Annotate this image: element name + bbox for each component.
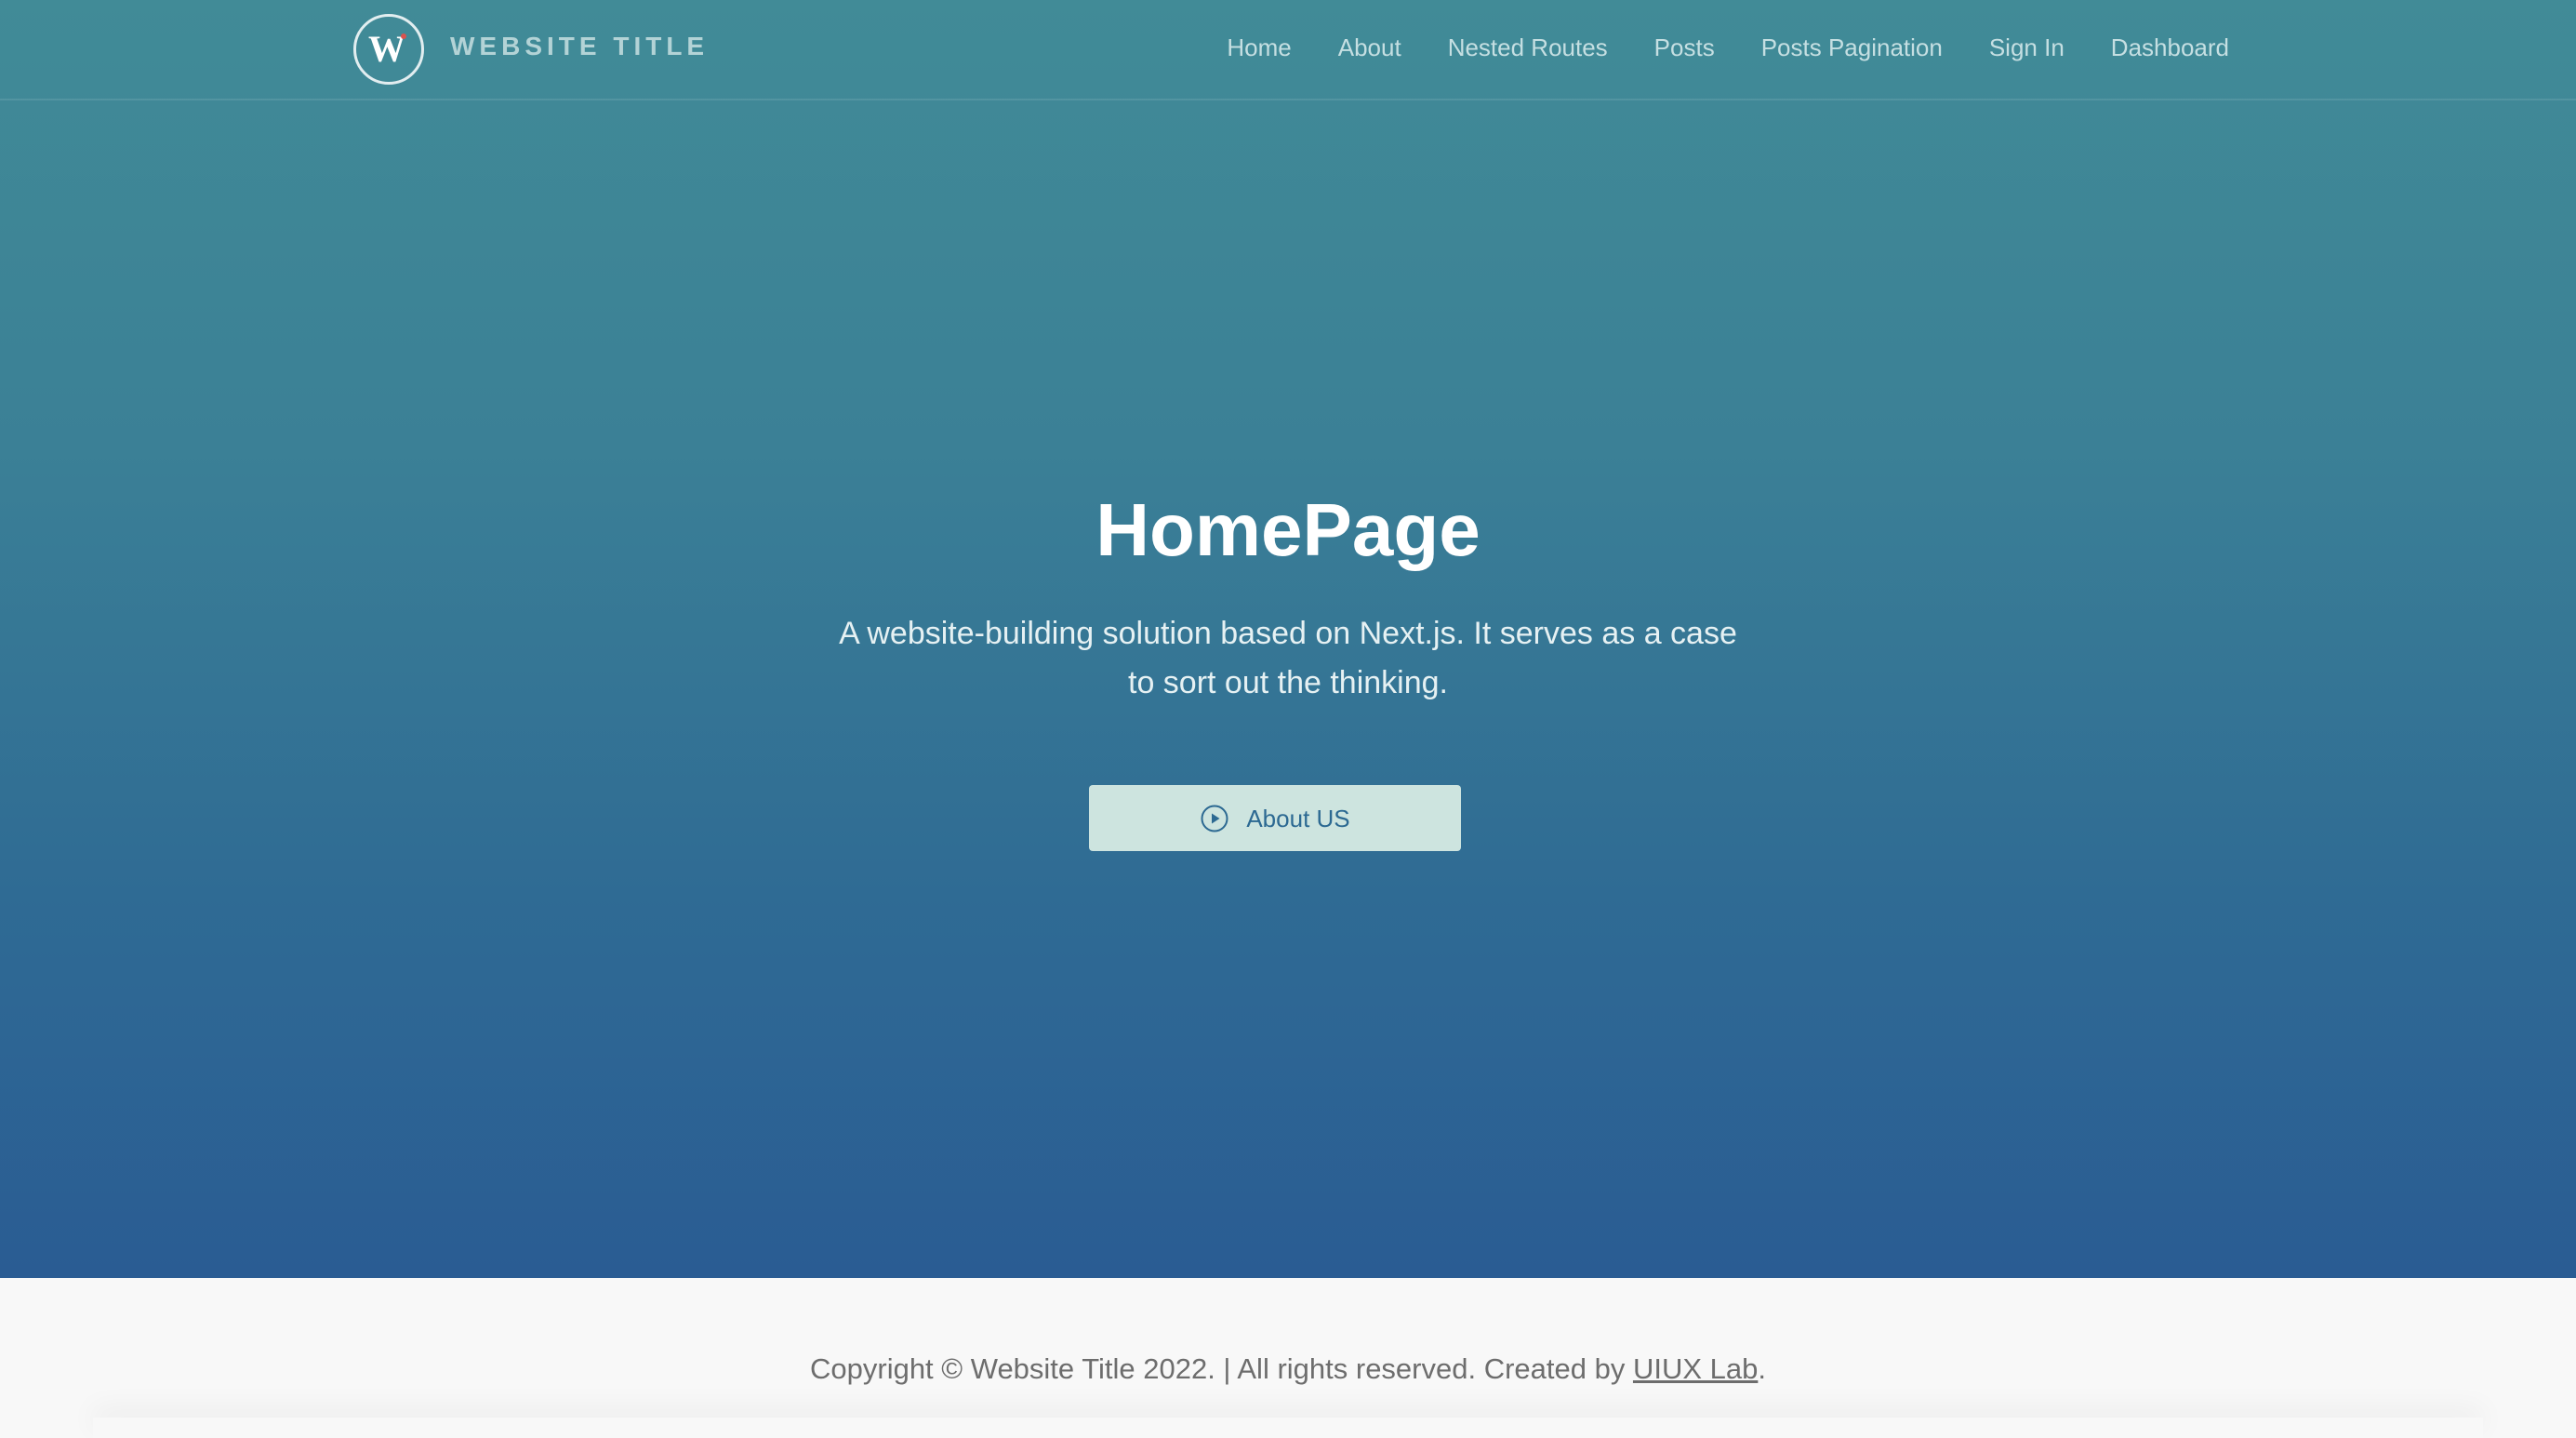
uiux-lab-link[interactable]: UIUX Lab (1633, 1352, 1758, 1385)
copyright-suffix: . (1758, 1352, 1766, 1385)
copyright-text: Copyright © Website Title 2022. | All ri… (0, 1351, 2576, 1388)
nav-item-posts-pagination[interactable]: Posts Pagination (1761, 30, 1943, 65)
nav-item-about[interactable]: About (1338, 30, 1401, 65)
about-us-button[interactable]: About US (1089, 785, 1461, 851)
nav-item-sign-in[interactable]: Sign In (1989, 30, 2065, 65)
nav-item-posts[interactable]: Posts (1654, 30, 1715, 65)
about-us-button-label: About US (1246, 804, 1350, 832)
site-title[interactable]: WEBSITE TITLE (450, 31, 709, 62)
hero-subtitle: A website-building solution based on Nex… (839, 616, 1737, 700)
svg-text:W: W (368, 28, 405, 70)
logo[interactable]: W (353, 14, 424, 85)
nav-item-dashboard[interactable]: Dashboard (2111, 30, 2229, 65)
logo-w-icon: W (368, 28, 406, 70)
page-title: HomePage (1095, 488, 1481, 571)
hero-section: W WEBSITE TITLE Home About Nested Routes… (0, 0, 2576, 1278)
footer-shadow (93, 1418, 2483, 1438)
main-nav: Home About Nested Routes Posts Posts Pag… (1227, 30, 2229, 65)
site-footer: Copyright © Website Title 2022. | All ri… (0, 1278, 2576, 1438)
nav-item-home[interactable]: Home (1227, 30, 1291, 65)
nav-item-nested-routes[interactable]: Nested Routes (1448, 30, 1608, 65)
site-header: W WEBSITE TITLE Home About Nested Routes… (0, 0, 2576, 100)
play-circle-icon (1201, 805, 1228, 832)
copyright-prefix: Copyright © Website Title 2022. | All ri… (810, 1352, 1633, 1385)
